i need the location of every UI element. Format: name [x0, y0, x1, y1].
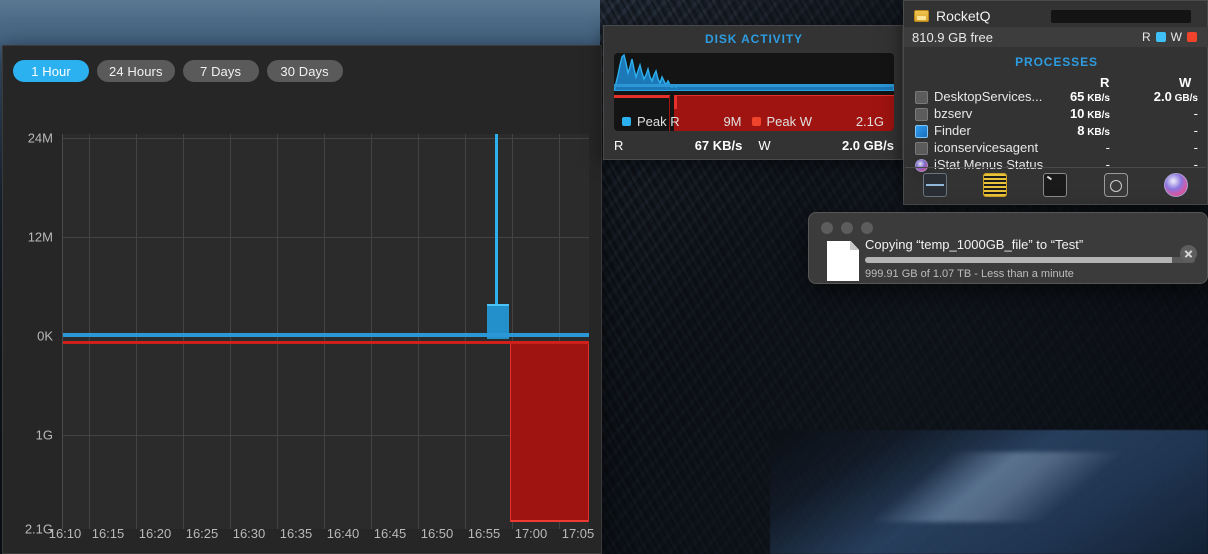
process-write: -	[1193, 106, 1198, 121]
disk-history-window: 1 Hour 24 Hours 7 Days 30 Days 24M 12M 0…	[2, 45, 602, 554]
copy-title: Copying “temp_1000GB_file” to “Test”	[865, 237, 1084, 252]
zoom-button[interactable]	[861, 222, 873, 234]
drive-name: RocketQ	[936, 8, 991, 24]
peak-write-swatch	[751, 116, 761, 126]
peak-write-value: 2.1G	[855, 113, 884, 129]
x-tick-4: 16:30	[232, 526, 266, 541]
x-tick-8: 16:50	[420, 526, 454, 541]
x-tick-2: 16:20	[138, 526, 172, 541]
disk-activity-title: DISK ACTIVITY	[705, 32, 803, 46]
peak-write-label: Peak W	[766, 113, 813, 129]
range-button-1-hour[interactable]: 1 Hour	[13, 60, 89, 82]
drive-usage-bar	[1051, 10, 1191, 23]
drive-w-label: W	[1170, 30, 1182, 44]
write-rate-label: W	[758, 137, 771, 153]
process-write: -	[1193, 123, 1198, 138]
column-header-w: W	[1179, 75, 1192, 90]
process-read: 65 KB/s	[1069, 89, 1110, 104]
drive-free-row: 810.9 GB free R W	[904, 27, 1208, 47]
disk-utility-icon[interactable]	[1103, 173, 1128, 197]
marked-app-icon[interactable]	[983, 173, 1008, 197]
process-write: -	[1193, 140, 1198, 155]
peak-read-label: Peak R	[637, 113, 680, 129]
disk-activity-legend: Peak R 9M Peak W 2.1G	[614, 111, 894, 131]
istat-menus-dropdown: RocketQ 810.9 GB free R W PROCESSES R W …	[903, 0, 1208, 205]
wallpaper-surf	[806, 452, 1208, 522]
x-tick-1: 16:15	[91, 526, 125, 541]
wallpaper-sky	[0, 0, 608, 46]
finder-icon	[915, 125, 928, 138]
range-button-30-days[interactable]: 30 Days	[266, 60, 343, 82]
drive-row[interactable]: RocketQ	[904, 5, 1208, 27]
process-read: 8 KB/s	[1077, 123, 1110, 138]
drive-rw-indicators: R W	[1142, 27, 1197, 47]
x-tick-11: 17:05	[561, 526, 595, 541]
chart-canvas	[62, 134, 589, 529]
generic-app-icon	[915, 142, 928, 155]
drive-w-swatch	[1187, 32, 1197, 42]
terminal-icon[interactable]	[1043, 173, 1068, 197]
disk-activity-footer: R 67 KB/s W 2.0 GB/s	[604, 135, 904, 155]
write-rate-value: 2.0 GB/s	[841, 137, 894, 153]
chart-write-area	[510, 341, 589, 522]
processes-title: PROCESSES	[1015, 55, 1098, 69]
istat-menus-icon[interactable]	[1163, 173, 1188, 197]
y-tick-3: 1G	[35, 427, 53, 443]
process-name: bzserv	[934, 106, 973, 121]
copy-progress-dialog: Copying “temp_1000GB_file” to “Test” 999…	[808, 212, 1208, 284]
close-button[interactable]	[821, 222, 833, 234]
close-icon[interactable]	[1180, 245, 1197, 262]
y-axis-labels: 24M 12M 0K 1G 2.1G	[3, 124, 59, 539]
drive-r-swatch	[1155, 32, 1166, 42]
process-read: -	[1105, 140, 1110, 155]
document-icon	[827, 241, 859, 281]
copy-subtitle: 999.91 GB of 1.07 TB - Less than a minut…	[865, 268, 1074, 280]
peak-read-value: 9M	[723, 113, 742, 129]
range-button-24-hours[interactable]: 24 Hours	[97, 60, 175, 82]
desktop: 1 Hour 24 Hours 7 Days 30 Days 24M 12M 0…	[0, 0, 1208, 554]
generic-app-icon	[915, 91, 928, 104]
window-controls[interactable]	[821, 222, 873, 234]
list-item[interactable]: DesktopServices... 65 KB/s 2.0 GB/s	[904, 89, 1208, 106]
read-rate-label: R	[614, 137, 624, 153]
x-tick-10: 17:00	[514, 526, 548, 541]
x-tick-6: 16:40	[326, 526, 360, 541]
read-rate-value: 67 KB/s	[694, 137, 743, 153]
generic-app-icon	[915, 108, 928, 121]
y-tick-0: 24M	[27, 130, 53, 146]
process-read: 10 KB/s	[1069, 106, 1110, 121]
x-tick-5: 16:35	[279, 526, 313, 541]
column-header-r: R	[1100, 75, 1110, 90]
disk-activity-panel: DISK ACTIVITY Peak R 9M Peak W 2.1G R 67…	[603, 25, 903, 160]
chart-write-baseline	[63, 341, 589, 344]
x-tick-3: 16:25	[185, 526, 219, 541]
list-item[interactable]: bzserv 10 KB/s -	[904, 106, 1208, 123]
istat-toolbar	[905, 167, 1206, 202]
x-axis-labels: 16:10 16:15 16:20 16:25 16:30 16:35 16:4…	[3, 526, 603, 554]
list-item[interactable]: iconservicesagent - -	[904, 140, 1208, 157]
process-write: 2.0 GB/s	[1153, 89, 1198, 104]
chart-read-baseline	[63, 333, 589, 337]
copy-progress-bar	[865, 257, 1195, 263]
drive-free-label: 810.9 GB free	[912, 29, 993, 45]
processes-list: DesktopServices... 65 KB/s 2.0 GB/s bzse…	[904, 89, 1208, 174]
disk-activity-graph: Peak R 9M Peak W 2.1G	[614, 53, 894, 131]
time-range-selector[interactable]: 1 Hour 24 Hours 7 Days 30 Days	[13, 60, 343, 82]
x-tick-0: 16:10	[48, 526, 82, 541]
chart-plot-area: 24M 12M 0K 1G 2.1G 16:10 16:15 16:20 16:…	[3, 124, 603, 554]
peak-read-swatch	[622, 116, 631, 126]
y-tick-2: 0K	[37, 328, 53, 344]
list-item[interactable]: Finder 8 KB/s -	[904, 123, 1208, 140]
drive-icon	[914, 10, 929, 22]
x-tick-9: 16:55	[467, 526, 501, 541]
x-tick-7: 16:45	[373, 526, 407, 541]
minimize-button[interactable]	[841, 222, 853, 234]
activity-monitor-icon[interactable]	[923, 173, 948, 197]
process-name: Finder	[934, 123, 971, 138]
range-button-7-days[interactable]: 7 Days	[182, 60, 259, 82]
drive-r-label: R	[1142, 30, 1151, 44]
disk-graph-read	[614, 53, 894, 91]
y-tick-1: 12M	[27, 229, 53, 245]
